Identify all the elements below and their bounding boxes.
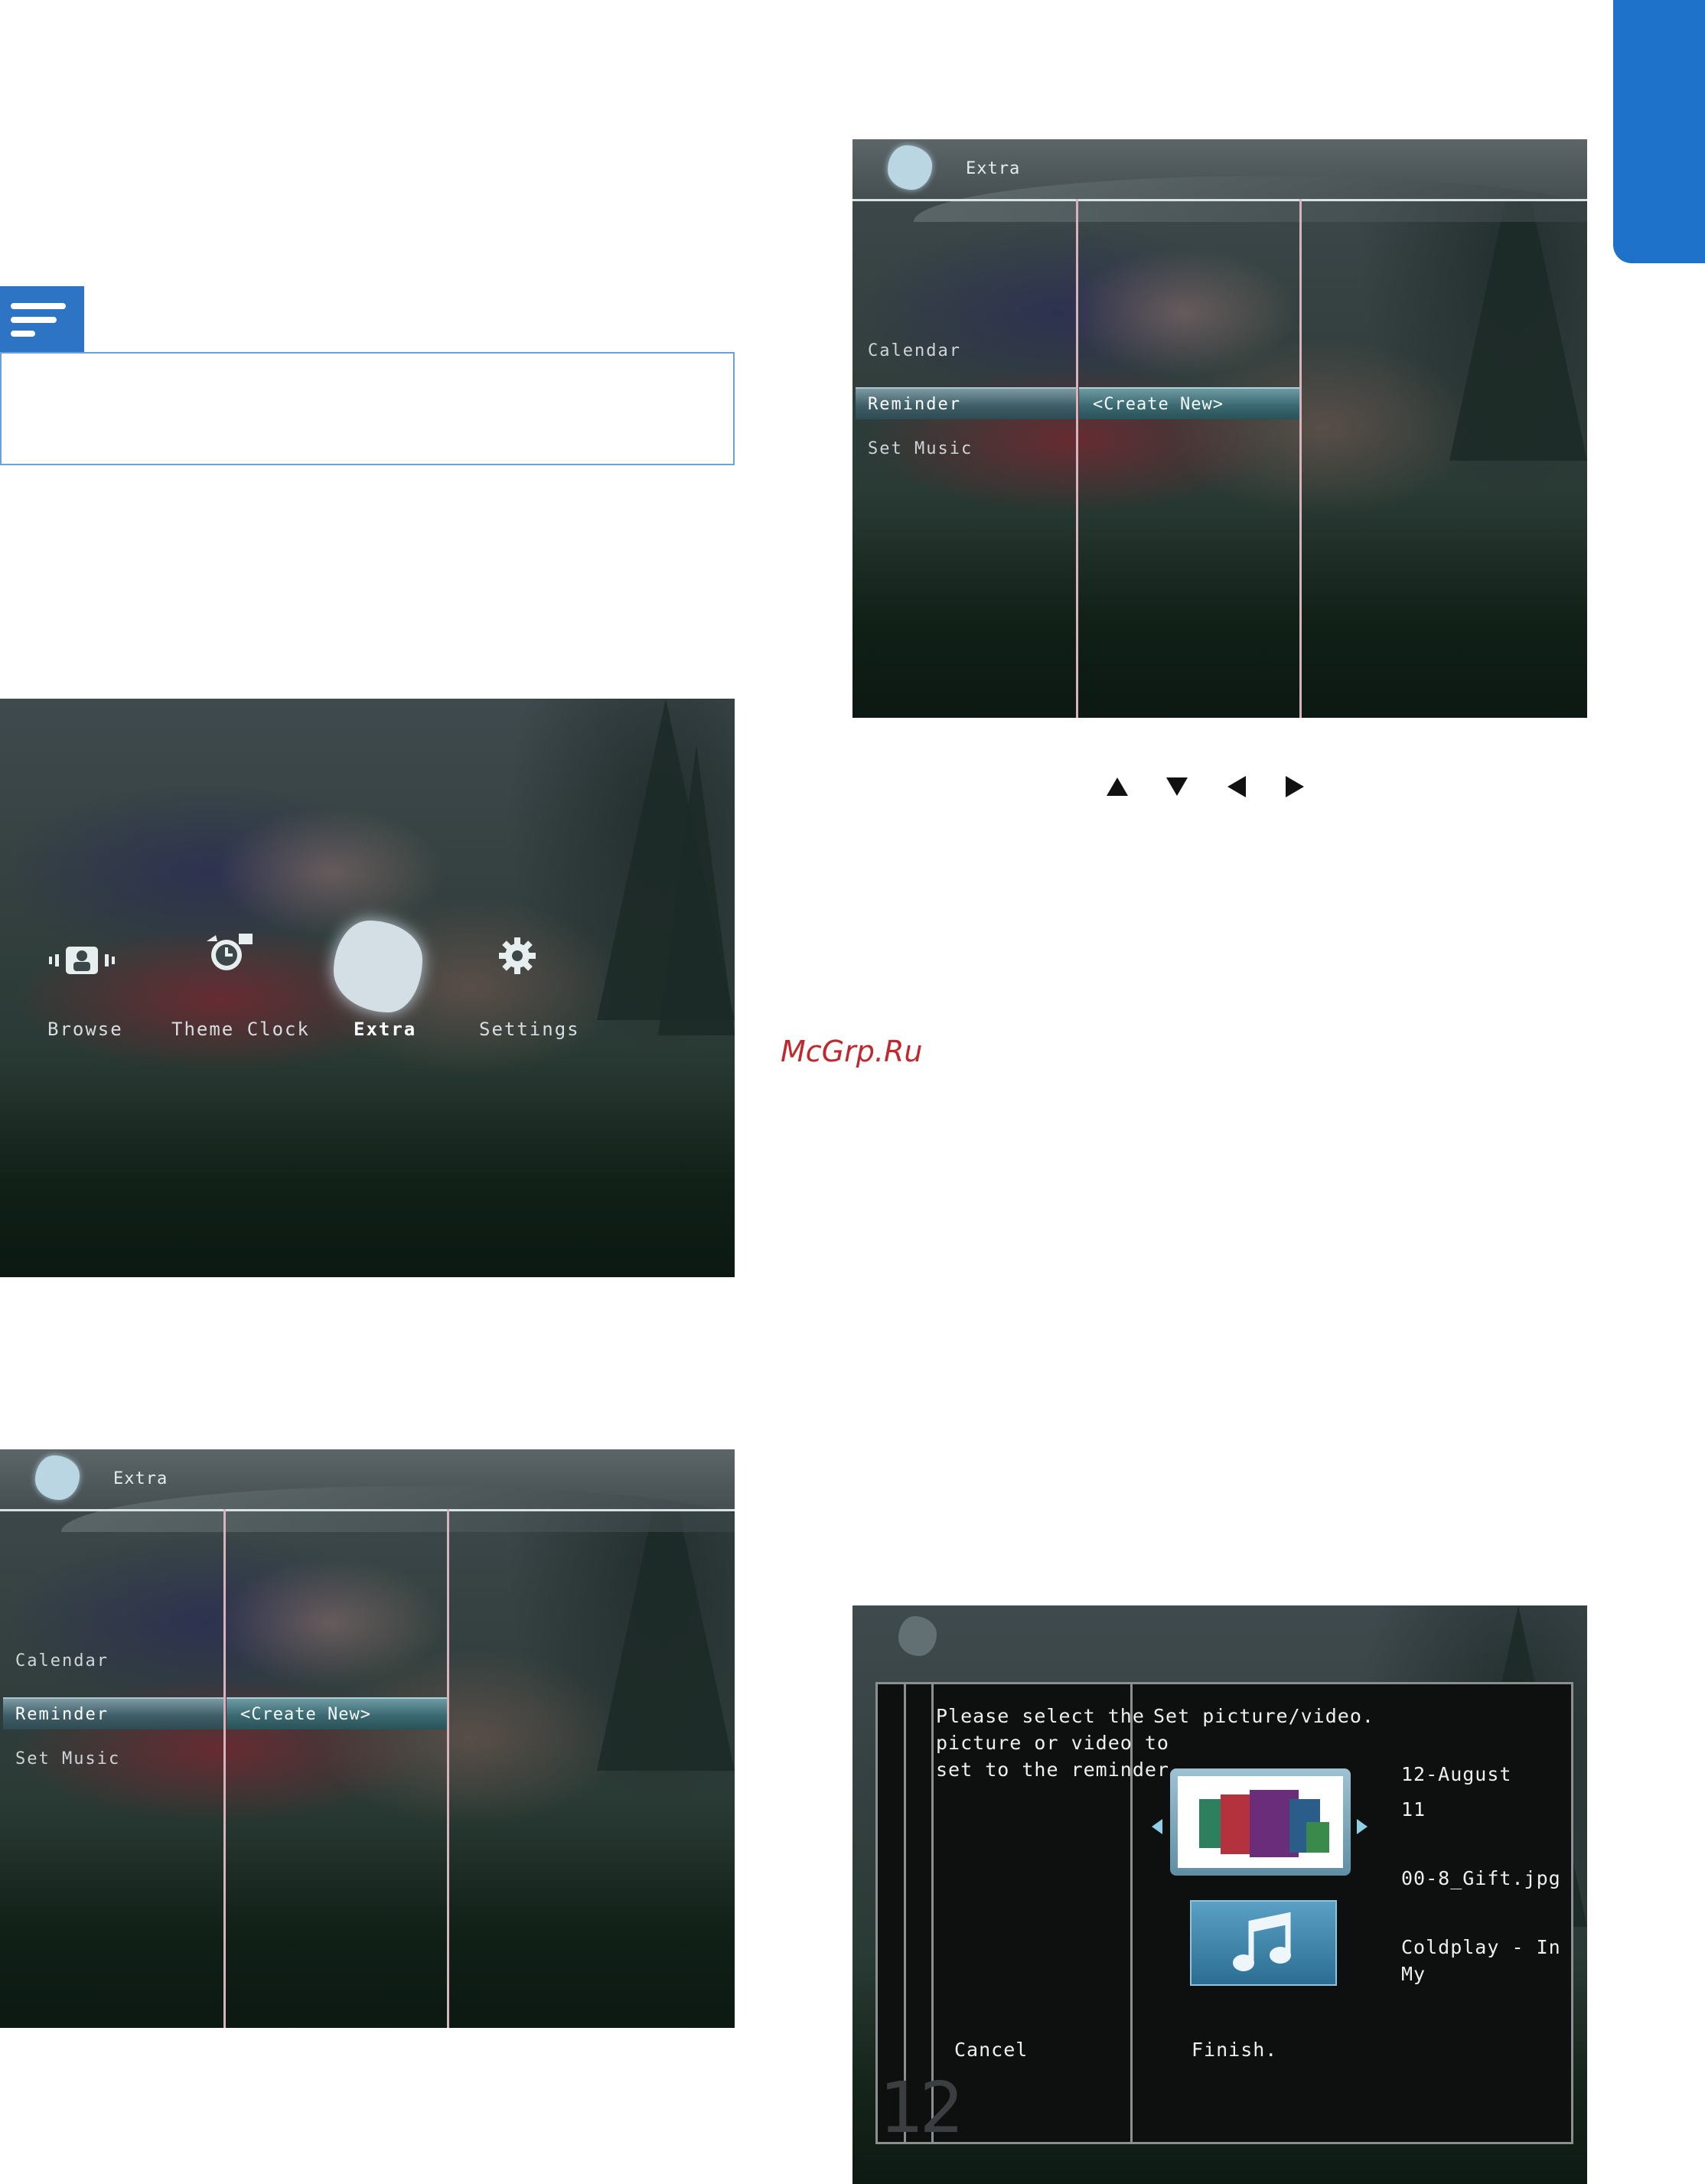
page-number: 12 <box>879 2067 964 2149</box>
menu-item-set-music[interactable]: Set Music <box>868 439 973 458</box>
cancel-button[interactable]: Cancel <box>954 2036 1028 2063</box>
column-divider <box>1076 199 1078 718</box>
extra-puzzle-icon <box>35 1455 80 1500</box>
instruction-line-1: Please select the <box>936 1705 1145 1727</box>
instruction-line-3: set to the reminder. <box>936 1759 1182 1781</box>
reminder-dialog: 12 Please select the picture or video to… <box>875 1682 1573 2149</box>
down-arrow-icon <box>1166 777 1188 796</box>
picture-prev-icon[interactable] <box>1152 1819 1162 1834</box>
menu-item-reminder[interactable]: Reminder <box>856 387 1076 419</box>
screen-title: Extra <box>966 159 1021 178</box>
settings-label: Settings <box>479 1019 580 1040</box>
create-new-option[interactable]: <Create New> <box>227 1697 447 1729</box>
extra-screen-right: Extra Calendar Reminder Set Music <Creat… <box>852 139 1587 718</box>
menu-item-calendar[interactable]: Calendar <box>868 341 961 360</box>
right-arrow-icon <box>1286 776 1304 797</box>
music-note-icon[interactable] <box>1190 1900 1337 1986</box>
picture-filename: 00-8_Gift.jpg <box>1401 1867 1561 1889</box>
dialog-heading: Set picture/video. <box>1153 1705 1374 1727</box>
column-divider <box>223 1509 226 2028</box>
browse-icon <box>47 944 116 977</box>
extra-screen-left: Extra Calendar Reminder Set Music <Creat… <box>0 1449 735 2028</box>
left-arrow-icon <box>1227 776 1246 797</box>
menu-item-set-music[interactable]: Set Music <box>15 1749 120 1768</box>
screen-title: Extra <box>113 1469 168 1488</box>
reminder-screen: 12 Please select the picture or video to… <box>852 1605 1587 2184</box>
watermark: McGrp.Ru <box>781 1035 923 1068</box>
instruction-line-2: picture or video to <box>936 1732 1169 1754</box>
title-divider <box>852 199 1587 201</box>
menu-item-calendar[interactable]: Calendar <box>15 1651 109 1671</box>
reminder-date: 12-August <box>1401 1763 1512 1785</box>
extra-puzzle-icon <box>334 921 422 1012</box>
language-tab <box>1613 0 1705 263</box>
title-bar <box>852 139 1587 222</box>
alarm-clock-icon <box>204 931 257 976</box>
title-divider <box>0 1509 735 1511</box>
note-box <box>0 352 735 465</box>
gear-icon <box>497 936 537 976</box>
browse-label: Browse <box>47 1019 123 1040</box>
extra-puzzle-icon <box>898 1616 937 1656</box>
home-screen: Browse Theme Clock Extra Settings <box>0 699 735 1277</box>
title-bar <box>0 1449 735 1532</box>
note-icon <box>0 286 84 354</box>
music-title: Coldplay - In My <box>1401 1936 1561 1985</box>
picture-thumbnail[interactable] <box>1170 1768 1351 1876</box>
column-divider <box>1299 199 1302 718</box>
create-new-option[interactable]: <Create New> <box>1079 387 1299 419</box>
finish-button[interactable]: Finish. <box>1192 2036 1277 2063</box>
extra-label: Extra <box>354 1019 417 1040</box>
column-divider <box>447 1509 449 2028</box>
picture-next-icon[interactable] <box>1357 1819 1368 1834</box>
reminder-time: 11 <box>1401 1798 1426 1821</box>
theme-clock-label: Theme Clock <box>171 1019 310 1040</box>
extra-puzzle-icon <box>888 145 932 190</box>
menu-item-reminder[interactable]: Reminder <box>3 1697 223 1729</box>
up-arrow-icon <box>1107 777 1128 796</box>
